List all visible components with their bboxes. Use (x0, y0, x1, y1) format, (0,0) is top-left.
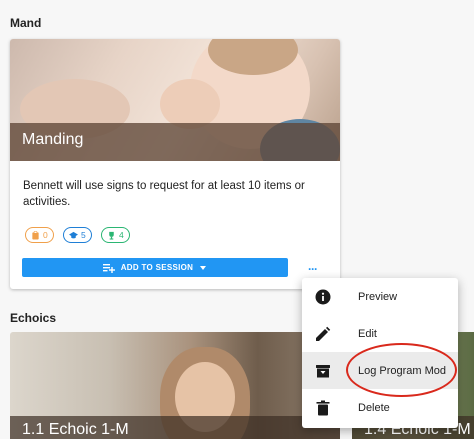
playlist-add-icon (102, 263, 115, 273)
graduation-cap-icon (69, 231, 78, 238)
card-title: 1.1 Echoic 1-M (22, 421, 129, 438)
card-title: Manding (22, 131, 84, 148)
menu-item-preview[interactable]: Preview (302, 278, 458, 315)
highlight-circle-annotation (346, 343, 457, 397)
section-title-mand: Mand (10, 16, 42, 30)
program-card-manding[interactable]: Manding Bennett will use signs to reques… (10, 39, 340, 289)
trophy-icon (109, 231, 114, 240)
info-icon (315, 289, 331, 304)
badge-graduation-cap-value: 5 (81, 230, 86, 240)
menu-item-label: Delete (358, 401, 390, 414)
trash-icon (316, 400, 330, 415)
badge-graduation-cap: 5 (63, 227, 92, 243)
badge-trophy: 4 (101, 227, 130, 243)
menu-item-label: Preview (358, 290, 398, 303)
card-photo: Manding (10, 39, 340, 161)
archive-box-icon (316, 364, 330, 377)
card-description: Bennett will use signs to request for at… (23, 180, 305, 208)
section-title-echoics: Echoics (10, 311, 57, 325)
clipboard-icon (32, 230, 39, 240)
program-card-echoic-1-1[interactable]: 1.1 Echoic 1-M (10, 332, 340, 439)
menu-item-label: Edit (358, 327, 377, 340)
add-to-session-button[interactable]: ADD TO SESSION (22, 258, 288, 277)
badge-trophy-value: 4 (119, 230, 124, 240)
pencil-icon (316, 326, 331, 341)
badge-clipboard-value: 0 (43, 230, 48, 240)
card-title-band: 1.1 Echoic 1-M (10, 416, 340, 439)
badge-clipboard: 0 (25, 227, 54, 243)
add-to-session-label: ADD TO SESSION (120, 263, 194, 272)
chevron-down-icon (200, 265, 207, 270)
card-title-band: Manding (10, 123, 340, 161)
more-options-button[interactable]: ··· (308, 262, 318, 276)
